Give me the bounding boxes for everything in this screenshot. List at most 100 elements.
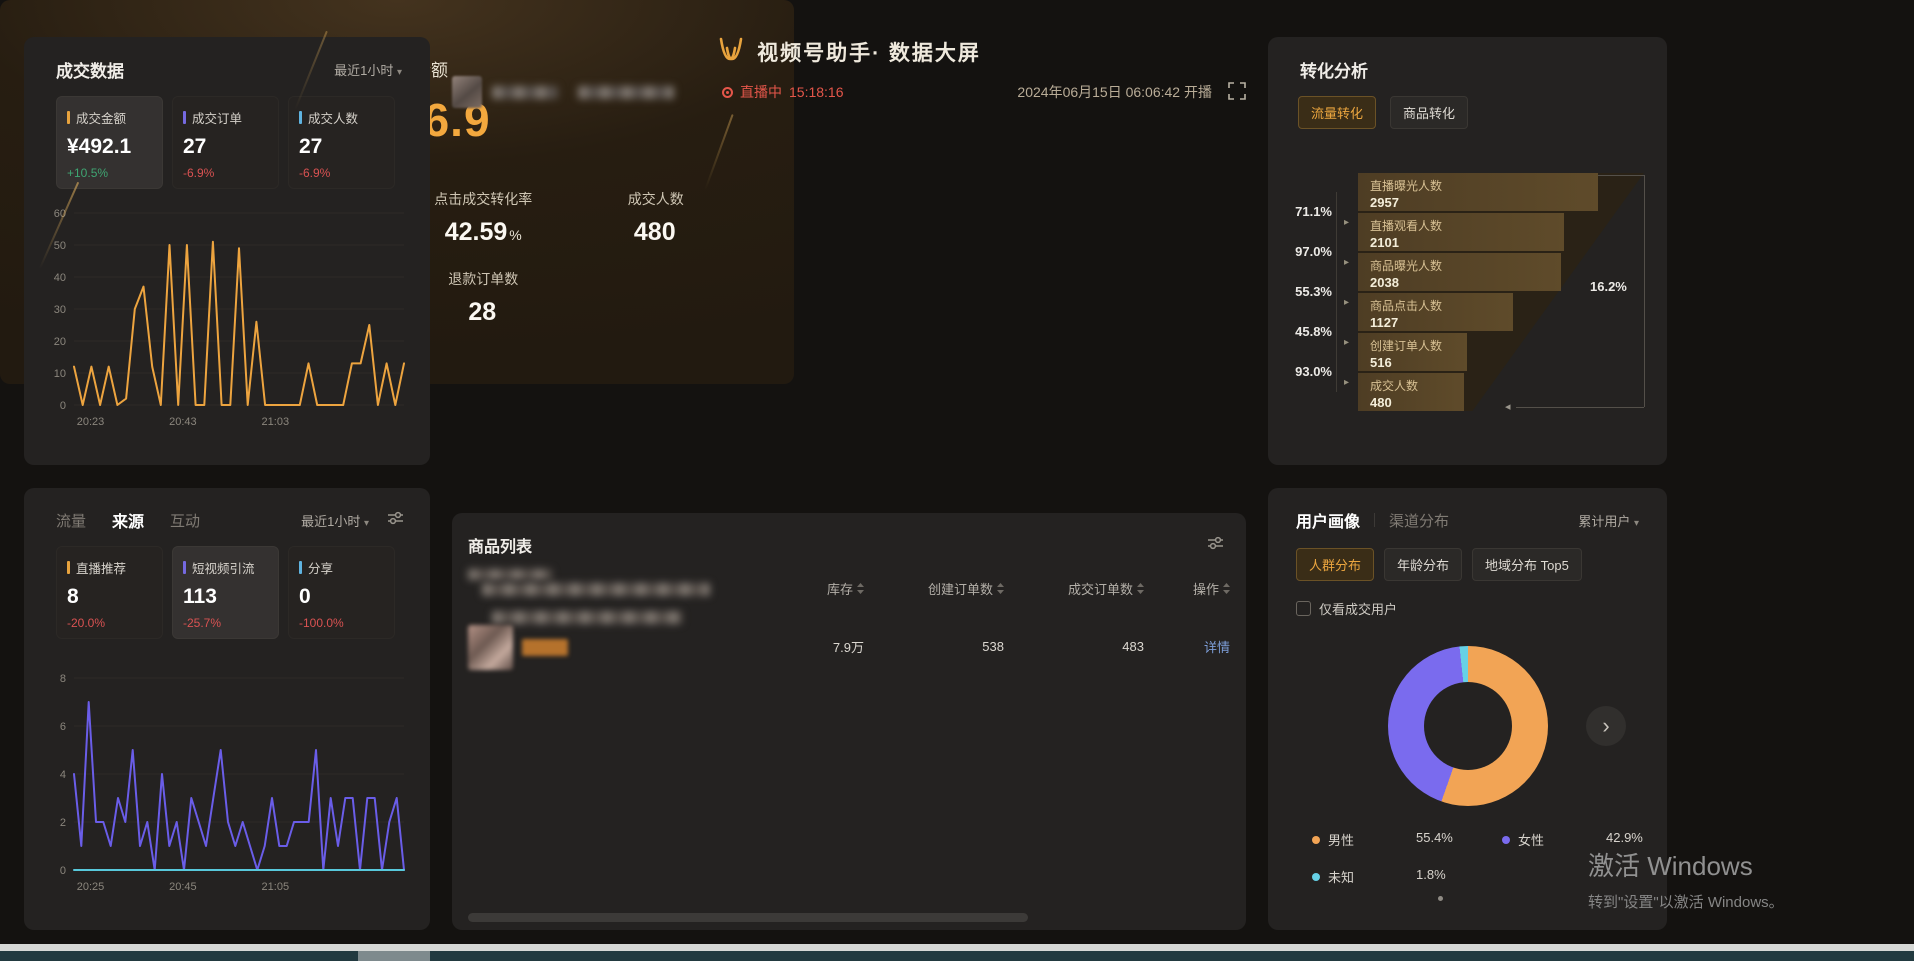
arrow-right-icon: ▸ <box>1344 377 1349 388</box>
deal-buyers-value: 27 <box>299 135 384 159</box>
redacted-price-tag <box>522 639 568 656</box>
conversion-funnel-chart: 直播曝光人数 2957 直播观看人数 2101 商品曝光人数 2038 商品点击… <box>1268 173 1667 433</box>
fullscreen-icon[interactable] <box>1228 82 1246 103</box>
svg-text:4: 4 <box>60 769 66 781</box>
svg-text:21:05: 21:05 <box>262 881 290 893</box>
deal-users-only-checkbox[interactable] <box>1296 601 1311 616</box>
svg-text:6: 6 <box>60 721 66 733</box>
tab-traffic[interactable]: 流量 <box>56 510 86 531</box>
product-detail-link[interactable]: 详情 <box>1204 637 1230 656</box>
pill-gender-distribution[interactable]: 人群分布 <box>1296 548 1374 581</box>
funnel-rate-4: 45.8% <box>1284 324 1332 339</box>
tab-interaction[interactable]: 互动 <box>170 510 200 531</box>
legend-dot-unknown <box>1312 873 1320 881</box>
sort-icon <box>997 583 1004 594</box>
product-created-orders: 538 <box>864 639 1004 654</box>
column-action[interactable]: 操作 <box>1144 579 1230 598</box>
pill-region-top5[interactable]: 地域分布 Top5 <box>1472 548 1582 581</box>
marker-bar <box>183 561 186 574</box>
arrow-left-icon: ◂ <box>1505 400 1511 413</box>
bottom-scrollbar-thumb[interactable] <box>358 951 430 961</box>
source-trend-line-chart: 0246820:2520:4521:05 <box>36 668 416 908</box>
funnel-step-deal: 成交人数 480 <box>1358 373 1464 411</box>
funnel-step-product-click: 商品点击人数 1127 <box>1358 293 1513 331</box>
traffic-filter-icon[interactable] <box>387 511 404 530</box>
svg-text:20:43: 20:43 <box>169 416 197 428</box>
sort-icon <box>1223 583 1230 594</box>
arrow-right-icon: ▸ <box>1344 257 1349 268</box>
conversion-analysis-panel: 转化分析 流量转化 商品转化 直播曝光人数 2957 直播观看人数 2101 商… <box>1268 37 1667 465</box>
live-status-row: 直播中 15:18:16 2024年06月15日 06:06:42 开播 <box>452 74 1246 110</box>
deal-data-panel: 成交数据 最近1小时 ▾ 成交金额 ¥492.1 +10.5% 成交订单 27 … <box>24 37 430 465</box>
traffic-range-dropdown[interactable]: 最近1小时 ▾ <box>301 511 369 530</box>
product-list-panel: 商品列表 库存 创建订单数 <box>452 513 1246 930</box>
source-card-share[interactable]: 分享 0 -100.0% <box>288 546 395 639</box>
funnel-rate-2: 97.0% <box>1284 244 1332 259</box>
live-recommend-change: -20.0% <box>67 616 152 630</box>
overall-rate-bracket <box>1516 407 1644 408</box>
horizontal-scrollbar[interactable] <box>468 913 1028 922</box>
tab-traffic-conversion[interactable]: 流量转化 <box>1298 96 1376 129</box>
deal-card-buyers[interactable]: 成交人数 27 -6.9% <box>288 96 395 189</box>
pill-age-distribution[interactable]: 年龄分布 <box>1384 548 1462 581</box>
column-stock[interactable]: 库存 <box>744 579 864 598</box>
svg-text:40: 40 <box>54 272 66 284</box>
live-duration: 15:18:16 <box>789 84 844 100</box>
tab-channel-distribution[interactable]: 渠道分布 <box>1389 510 1449 531</box>
funnel-panel-title: 转化分析 <box>1300 57 1368 82</box>
product-deal-orders: 483 <box>1004 639 1144 654</box>
svg-text:30: 30 <box>54 304 66 316</box>
svg-text:2: 2 <box>60 817 66 829</box>
deal-card-orders[interactable]: 成交订单 27 -6.9% <box>172 96 279 189</box>
svg-text:20:23: 20:23 <box>77 416 105 428</box>
svg-text:8: 8 <box>60 673 66 685</box>
short-video-value: 113 <box>183 585 268 609</box>
share-change: -100.0% <box>299 616 384 630</box>
deal-card-amount[interactable]: 成交金额 ¥492.1 +10.5% <box>56 96 163 189</box>
broadcast-start-time: 2024年06月15日 06:06:42 开播 <box>1017 82 1212 102</box>
deal-trend-line-chart: 010203040506020:2320:4321:03 <box>36 203 416 443</box>
deal-panel-title: 成交数据 <box>56 57 124 82</box>
tab-product-conversion[interactable]: 商品转化 <box>1390 96 1468 129</box>
column-created-orders[interactable]: 创建订单数 <box>864 579 1004 598</box>
tab-source[interactable]: 来源 <box>112 508 144 532</box>
dashboard: 视频号助手· 数据大屏 直播中 15:18:16 2024年06月15日 06:… <box>0 0 1914 961</box>
checkbox-label: 仅看成交用户 <box>1319 599 1397 618</box>
arrow-right-icon: ▸ <box>1344 337 1349 348</box>
marker-bar <box>299 561 302 574</box>
marker-bar <box>67 561 70 574</box>
next-page-button[interactable]: › <box>1586 706 1626 746</box>
source-card-short-video[interactable]: 短视频引流 113 -25.7% <box>172 546 279 639</box>
bottom-taskbar-strip <box>0 951 1914 961</box>
overall-rate-bracket <box>1644 175 1645 407</box>
chevron-down-icon: ▾ <box>1634 518 1639 529</box>
source-card-live-recommend[interactable]: 直播推荐 8 -20.0% <box>56 546 163 639</box>
legend-pct-male: 55.4% <box>1416 830 1502 849</box>
column-deal-orders[interactable]: 成交订单数 <box>1004 579 1144 598</box>
divider <box>1374 513 1375 527</box>
deal-range-dropdown[interactable]: 最近1小时 ▾ <box>334 60 402 79</box>
pagination-dot[interactable] <box>1438 896 1443 901</box>
svg-text:0: 0 <box>60 400 66 412</box>
redacted-product-title <box>492 611 682 624</box>
stat-deal-buyers: 成交人数 480 <box>570 189 743 247</box>
product-filter-icon[interactable] <box>1207 536 1224 555</box>
overall-conversion-rate: 16.2% <box>1590 279 1627 294</box>
live-recommend-value: 8 <box>67 585 152 609</box>
marker-bar <box>67 111 70 124</box>
funnel-step-order-created: 创建订单人数 516 <box>1358 333 1467 371</box>
svg-text:21:03: 21:03 <box>262 416 290 428</box>
svg-text:10: 10 <box>54 368 66 380</box>
redacted-header-text <box>468 569 552 580</box>
avatar <box>452 76 482 108</box>
legend-dot-female <box>1502 836 1510 844</box>
live-dot-icon <box>722 87 733 98</box>
user-range-dropdown[interactable]: 累计用户 ▾ <box>1578 511 1639 530</box>
redacted-header-text <box>482 583 710 596</box>
arrow-right-icon: ▸ <box>1344 217 1349 228</box>
svg-text:20: 20 <box>54 336 66 348</box>
app-header: 视频号助手· 数据大屏 <box>452 36 1246 67</box>
account-id-redacted <box>578 86 674 99</box>
tab-user-profile[interactable]: 用户画像 <box>1296 508 1360 532</box>
deal-orders-value: 27 <box>183 135 268 159</box>
